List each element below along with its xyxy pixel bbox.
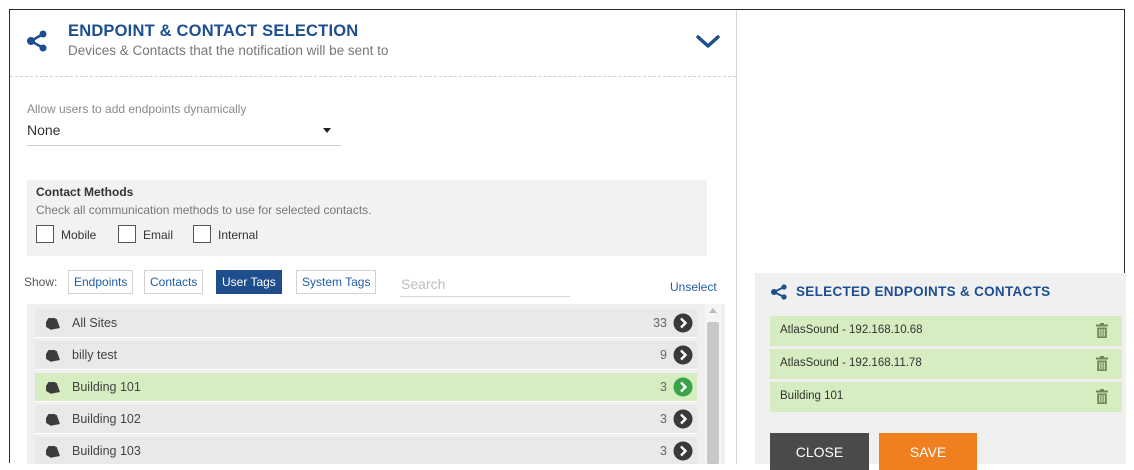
internal-label: Internal [218,228,259,242]
selected-item: Building 101 [770,382,1122,412]
tag-icon [46,350,60,362]
app-frame: ENDPOINT & CONTACT SELECTION Devices & C… [9,9,1126,470]
arrow-right-circle-icon[interactable] [673,377,693,397]
dynamic-endpoints-select[interactable]: None [27,119,341,146]
filter-endpoints-button[interactable]: Endpoints [68,270,134,294]
selected-item-label: Building 101 [780,390,844,402]
close-button[interactable]: CLOSE [770,433,869,470]
email-checkbox[interactable] [118,225,136,243]
tag-list-scrollbar[interactable] [705,304,721,464]
arrow-right-circle-icon[interactable] [673,441,693,461]
selected-panel-title: SELECTED ENDPOINTS & CONTACTS [796,284,1051,299]
chevron-down-icon[interactable] [696,34,720,50]
mobile-label: Mobile [61,228,97,242]
unselect-link[interactable]: Unselect [670,280,717,294]
tag-row-billy-test[interactable]: billy test 9 [35,341,697,370]
search-input[interactable] [400,272,570,297]
tag-label: All Sites [72,316,118,330]
dropdown-caret-icon [323,128,331,133]
contact-methods-title: Contact Methods [36,185,134,199]
tag-count: 33 [653,316,667,330]
tag-count: 9 [660,348,667,362]
dynamic-endpoints-label: Allow users to add endpoints dynamically [27,102,247,116]
share-icon [27,30,47,52]
arrow-right-circle-icon[interactable] [673,313,693,333]
panel-header[interactable]: ENDPOINT & CONTACT SELECTION Devices & C… [10,10,736,77]
endpoint-selection-panel: ENDPOINT & CONTACT SELECTION Devices & C… [10,10,737,464]
dynamic-endpoints-value: None [27,122,61,138]
contact-methods-box: Contact Methods Check all communication … [27,180,707,256]
scroll-up-arrow-icon[interactable] [709,308,717,313]
tag-row-all-sites[interactable]: All Sites 33 [35,309,697,338]
tag-row-building-101[interactable]: Building 101 3 [35,373,697,402]
internal-checkbox[interactable] [193,225,211,243]
tag-label: Building 101 [72,380,141,394]
email-label: Email [143,228,174,242]
tag-count: 3 [660,380,667,394]
tag-count: 3 [660,412,667,426]
tag-icon [46,382,60,394]
selected-endpoints-panel: SELECTED ENDPOINTS & CONTACTS AtlasSound… [755,273,1126,470]
share-icon [771,284,787,300]
arrow-right-circle-icon[interactable] [673,345,693,365]
scrollbar-thumb[interactable] [707,322,719,464]
mobile-checkbox[interactable] [36,225,54,243]
tag-icon [46,318,60,330]
selected-panel-header: SELECTED ENDPOINTS & CONTACTS [755,273,1126,310]
tag-row-building-102[interactable]: Building 102 3 [35,405,697,434]
filter-system-tags-button[interactable]: System Tags [296,270,377,294]
tag-count: 3 [660,444,667,458]
tag-row-building-103[interactable]: Building 103 3 [35,437,697,464]
contact-methods-description: Check all communication methods to use f… [36,203,372,217]
trash-icon[interactable] [1096,323,1108,338]
tag-icon [46,414,60,426]
save-button[interactable]: SAVE [879,433,977,470]
filter-contacts-button[interactable]: Contacts [144,270,204,294]
panel-subtitle: Devices & Contacts that the notification… [68,43,389,58]
selected-item: AtlasSound - 192.168.11.78 [770,349,1122,379]
trash-icon[interactable] [1096,389,1108,404]
show-label: Show: [24,275,58,289]
tag-icon [46,446,60,458]
panel-title: ENDPOINT & CONTACT SELECTION [68,22,359,40]
selected-item-label: AtlasSound - 192.168.10.68 [780,324,923,336]
tag-label: billy test [72,348,118,362]
arrow-right-circle-icon[interactable] [673,409,693,429]
tag-label: Building 102 [72,412,141,426]
filter-user-tags-button[interactable]: User Tags [216,270,282,294]
tag-list: All Sites 33 billy test 9 Building 101 3… [27,304,725,464]
tag-label: Building 103 [72,444,141,458]
selected-item: AtlasSound - 192.168.10.68 [770,316,1122,346]
trash-icon[interactable] [1096,356,1108,371]
selected-item-label: AtlasSound - 192.168.11.78 [780,357,922,369]
